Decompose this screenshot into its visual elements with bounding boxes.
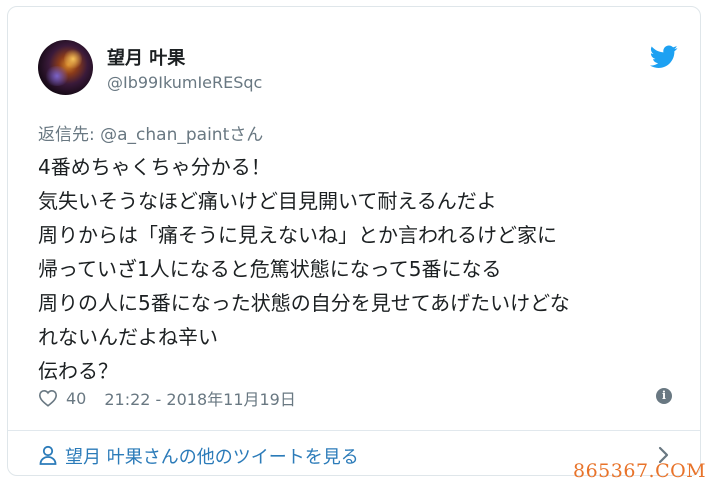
tweet-line: れないんだよね辛い — [38, 325, 218, 349]
like-count[interactable]: 40 — [66, 389, 86, 408]
tweet-text: 4番めちゃくちゃ分かる！ 気失いそうなほど痛いけど目見開いて耐えるんだよ 周りか… — [38, 150, 688, 388]
reply-prefix: 返信先: — [38, 125, 101, 145]
display-name[interactable]: 望月 叶果 — [107, 44, 185, 70]
tweet-line: 4番めちゃくちゃ分かる！ — [38, 155, 271, 179]
twitter-bird-icon[interactable] — [650, 45, 678, 69]
user-handle[interactable]: @Ib99IkumIeRESqc — [107, 73, 262, 92]
tweet-meta: 40 21:22 - 2018年11月19日 — [38, 387, 296, 409]
more-tweets-label: 望月 叶果さんの他のツイートを見る — [65, 447, 359, 468]
heart-icon[interactable] — [38, 389, 58, 407]
tweet-line: 周りからは「痛そうに見えないね」とか言われるけど家に — [38, 223, 557, 247]
reply-suffix: さん — [229, 125, 264, 145]
reply-mention-link[interactable]: @a_chan_paint — [100, 125, 229, 145]
reply-context: 返信先: @a_chan_paintさん — [38, 120, 263, 145]
tweet-line: 帰っていざ1人になると危篤状態になって5番になる — [38, 257, 502, 281]
person-icon — [39, 445, 57, 465]
tweet-line: 伝わる？ — [38, 359, 118, 383]
info-icon[interactable]: i — [656, 388, 672, 404]
watermark-text: 865367.COM — [573, 460, 707, 482]
avatar[interactable] — [38, 40, 93, 95]
avatar-highlight — [64, 48, 82, 70]
tweet-timestamp[interactable]: 21:22 - 2018年11月19日 — [104, 386, 296, 410]
tweet-card: 望月 叶果 @Ib99IkumIeRESqc 返信先: @a_chan_pain… — [7, 6, 701, 476]
tweet-line: 周りの人に5番になった状態の自分を見せてあげたいけどな — [38, 291, 570, 315]
tweet-line: 気失いそうなほど痛いけど目見開いて耐えるんだよ — [38, 189, 497, 213]
avatar-highlight — [44, 66, 70, 86]
